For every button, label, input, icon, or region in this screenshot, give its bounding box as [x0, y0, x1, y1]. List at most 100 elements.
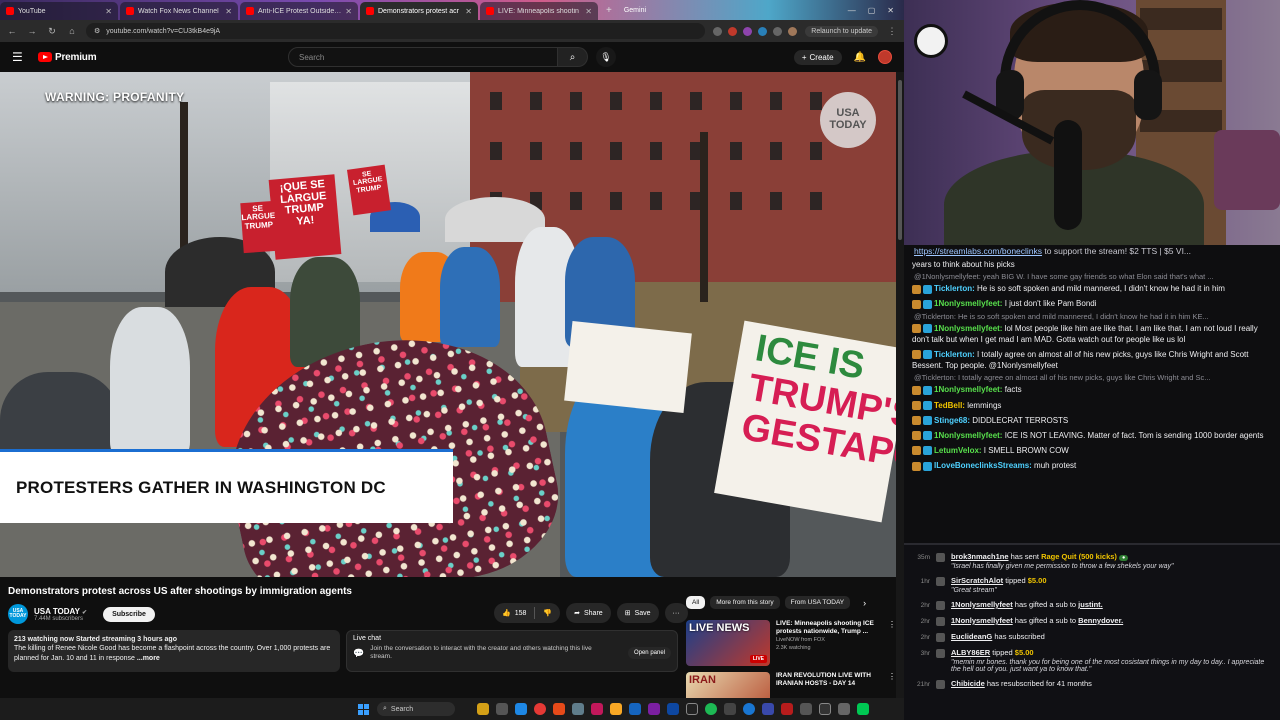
description-box[interactable]: 213 watching now Started streaming 3 hou…: [8, 630, 340, 672]
search-input[interactable]: Search: [288, 47, 558, 67]
search-button[interactable]: ⌕: [558, 47, 588, 67]
event-username[interactable]: brok3nmach1ne: [951, 552, 1009, 561]
chevron-right-icon[interactable]: ›: [863, 598, 866, 608]
subscribe-button[interactable]: Subscribe: [103, 606, 155, 622]
event-recipient[interactable]: justint.: [1078, 600, 1103, 609]
streamlabs-link[interactable]: https://streamlabs.com/boneclinks: [914, 246, 1042, 256]
app-icon[interactable]: [743, 703, 755, 715]
event-username[interactable]: Chibicide: [951, 679, 985, 688]
close-tab-icon[interactable]: ✕: [225, 7, 232, 16]
chat-username[interactable]: LetumVelox:: [934, 446, 982, 455]
recommendation-item[interactable]: LIVE NEWS LIVE LIVE: Minneapolis shootin…: [686, 620, 896, 666]
chat-username[interactable]: TedBell:: [934, 401, 965, 410]
video-thumbnail[interactable]: IRAN: [686, 672, 770, 698]
app-icon[interactable]: [591, 703, 603, 715]
chat-username[interactable]: ILoveBoneclinksStreams:: [934, 461, 1032, 470]
show-more-link[interactable]: ...more: [137, 655, 160, 662]
site-info-icon[interactable]: ⚙: [94, 27, 100, 35]
youtube-logo[interactable]: Premium: [38, 52, 97, 63]
chat-username[interactable]: Ticklerton:: [934, 350, 975, 359]
widgets-icon[interactable]: [477, 703, 489, 715]
browser-menu-icon[interactable]: ⋮: [886, 26, 898, 37]
extension-icon[interactable]: [728, 26, 738, 36]
chat-username[interactable]: Stinge68:: [934, 416, 970, 425]
like-count[interactable]: 158: [515, 610, 527, 617]
app-icon[interactable]: [572, 703, 584, 715]
browser-tab[interactable]: YouTube ✕: [0, 2, 118, 20]
windows-logo-icon[interactable]: [358, 703, 369, 715]
channel-avatar[interactable]: USA TODAY: [8, 604, 28, 624]
edge-icon[interactable]: [515, 703, 527, 715]
event-username[interactable]: ALBY86ER: [951, 648, 990, 657]
chat-username[interactable]: 1Nonlysmellyfeet:: [934, 431, 1002, 440]
close-tab-icon[interactable]: ✕: [345, 7, 352, 16]
app-icon[interactable]: [800, 703, 812, 715]
app-icon[interactable]: [629, 703, 641, 715]
spotify-icon[interactable]: [705, 703, 717, 715]
app-icon[interactable]: [648, 703, 660, 715]
event-recipient[interactable]: Bennydover.: [1078, 616, 1123, 625]
event-username[interactable]: EuclideanG: [951, 632, 992, 641]
profile-avatar-icon[interactable]: [788, 26, 798, 36]
chat-username[interactable]: 1Nonlysmellyfeet:: [934, 299, 1002, 308]
home-icon[interactable]: ⌂: [66, 26, 78, 36]
forward-icon[interactable]: →: [26, 26, 38, 36]
close-tab-icon[interactable]: ✕: [585, 7, 592, 16]
extension-icon[interactable]: [773, 26, 783, 36]
chat-username[interactable]: Ticklerton:: [934, 284, 975, 293]
close-tab-icon[interactable]: ✕: [465, 7, 472, 16]
mic-button[interactable]: 🎙: [596, 47, 616, 67]
chip-more-from-story[interactable]: More from this story: [710, 596, 780, 609]
browser-tab-active[interactable]: Demonstrators protest acr ✕: [360, 2, 478, 20]
share-button[interactable]: ➦ Share: [566, 603, 611, 623]
recommendation-item[interactable]: IRAN IRAN REVOLUTION LIVE WITH IRANIAN H…: [686, 672, 896, 698]
kebab-menu-icon[interactable]: ⋮: [888, 672, 896, 698]
app-icon[interactable]: [667, 703, 679, 715]
relaunch-button[interactable]: Relaunch to update: [805, 25, 878, 37]
app-icon[interactable]: [819, 703, 831, 715]
address-bar[interactable]: ⚙ youtube.com/watch?v=CU3tkB4e9jA: [86, 23, 706, 39]
bell-icon[interactable]: 🔔: [854, 52, 866, 63]
channel-name[interactable]: USA TODAY ✔: [34, 607, 87, 616]
back-icon[interactable]: ←: [6, 26, 18, 36]
close-tab-icon[interactable]: ✕: [105, 7, 112, 16]
video-thumbnail[interactable]: LIVE NEWS LIVE: [686, 620, 770, 666]
gemini-button[interactable]: Gemini: [624, 7, 646, 14]
chrome-icon[interactable]: [534, 703, 546, 715]
app-icon[interactable]: [686, 703, 698, 715]
open-panel-button[interactable]: Open panel: [627, 647, 671, 660]
event-username[interactable]: 1Nonlysmellyfeet: [951, 600, 1013, 609]
extension-icon[interactable]: [758, 26, 768, 36]
like-icon[interactable]: 👍: [502, 609, 511, 617]
reload-icon[interactable]: ↻: [46, 26, 58, 37]
save-button[interactable]: ⊞ Save: [616, 603, 659, 623]
chip-all[interactable]: All: [686, 596, 706, 609]
minimize-icon[interactable]: —: [848, 6, 856, 15]
taskbar-search[interactable]: ⌕ Search: [377, 702, 455, 716]
browser-tab[interactable]: LIVE: Minneapolis shootin ✕: [480, 2, 598, 20]
app-icon[interactable]: [553, 703, 565, 715]
browser-tab[interactable]: Watch Fox News Channel ✕: [120, 2, 238, 20]
app-icon[interactable]: [781, 703, 793, 715]
more-actions-button[interactable]: ···: [664, 603, 688, 623]
hamburger-icon[interactable]: ☰: [12, 50, 30, 64]
new-tab-button[interactable]: +: [600, 5, 618, 16]
chat-username[interactable]: 1Nonlysmellyfeet:: [934, 324, 1002, 333]
account-avatar[interactable]: [878, 50, 892, 64]
event-username[interactable]: 1Nonlysmellyfeet: [951, 616, 1013, 625]
task-view-icon[interactable]: [496, 703, 508, 715]
app-icon[interactable]: [762, 703, 774, 715]
extension-icon[interactable]: [713, 26, 723, 36]
scrollbar-thumb[interactable]: [898, 80, 902, 240]
video-player[interactable]: ¡QUE SE LARGUE TRUMP YA! SE LARGUE TRUMP…: [0, 72, 896, 577]
close-window-icon[interactable]: ✕: [887, 6, 894, 15]
app-icon[interactable]: [724, 703, 736, 715]
dislike-icon[interactable]: 👎: [543, 609, 552, 617]
event-username[interactable]: SirScratchAlot: [951, 576, 1003, 585]
chat-username[interactable]: 1Nonlysmellyfeet:: [934, 385, 1002, 394]
app-icon[interactable]: [838, 703, 850, 715]
maximize-icon[interactable]: ▢: [868, 6, 876, 15]
recommendation-title[interactable]: IRAN REVOLUTION LIVE WITH IRANIAN HOSTS …: [776, 672, 882, 689]
app-icon[interactable]: [857, 703, 869, 715]
kebab-menu-icon[interactable]: ⋮: [888, 620, 896, 666]
